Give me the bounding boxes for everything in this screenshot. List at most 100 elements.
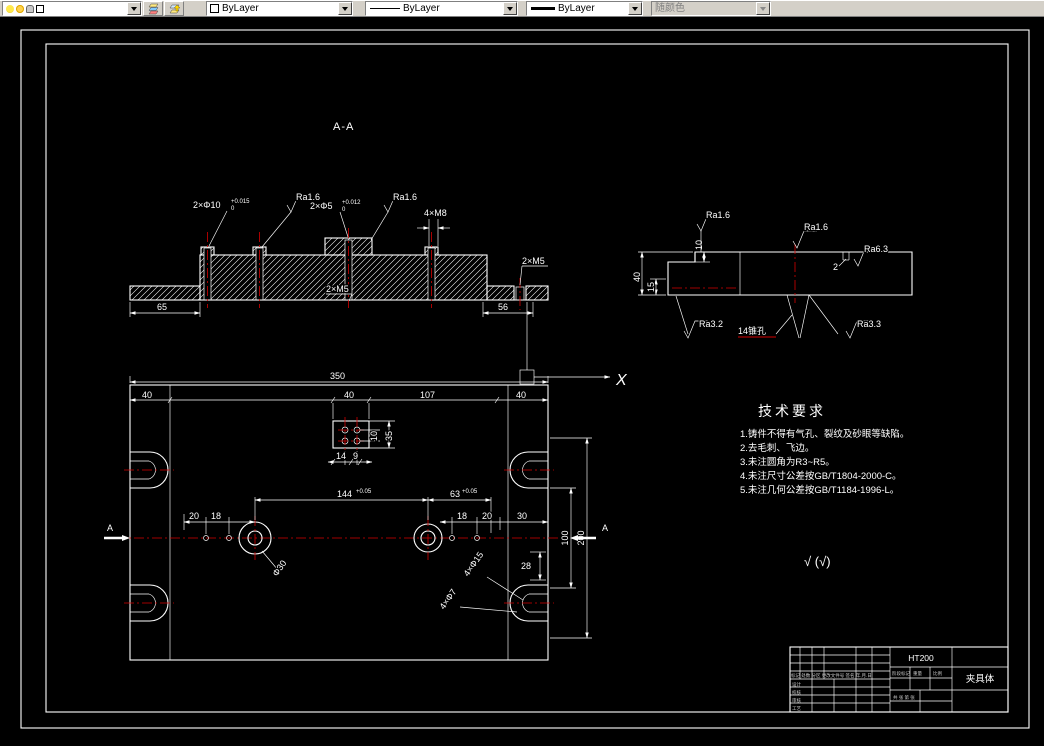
dim-63: 63 — [450, 489, 460, 499]
dim-350: 350 — [330, 371, 345, 381]
dim-144: 144 — [337, 489, 352, 499]
title-block: HT200 夹具体 标记 处数 分区 更改文件号 签名 年.月.日 设计 校核 … — [789, 646, 1009, 713]
dim-ra63: Ra6.3 — [864, 244, 888, 254]
surface-finish-note: √ (√) — [804, 554, 831, 569]
dim-2xm5-mid: 2×M5 — [326, 284, 349, 294]
axis-x-label: X — [615, 372, 628, 389]
plan-view: 350 40 40 107 40 14 9 10 35 144 +0.05 63… — [104, 370, 609, 661]
dim-4x7: 4×Φ7 — [437, 587, 458, 611]
dim-2x10: 2×Φ10 — [193, 200, 220, 210]
layer-lock-icon — [26, 4, 34, 13]
lineweight-value: ByLayer — [558, 3, 595, 14]
technical-requirements: 技术要求 1.铸件不得有气孔、裂纹及砂眼等缺陷。 2.去毛刺、飞边。 3.未注圆… — [740, 403, 909, 569]
tech-req-item: 1.铸件不得有气孔、裂纹及砂眼等缺陷。 — [740, 428, 909, 440]
object-properties-toolbar: ByLayer ByLayer ByLayer 随颜色 — [0, 0, 1044, 17]
chevron-down-icon[interactable] — [127, 2, 141, 15]
layer-current-icon — [169, 4, 180, 13]
section-marker-right: A — [602, 523, 608, 533]
dim-35: 35 — [384, 431, 394, 441]
row-label: 审核 — [792, 697, 801, 704]
chevron-down-icon[interactable] — [503, 2, 517, 15]
row-label: 校核 — [792, 689, 801, 696]
layer-color-icon — [36, 4, 44, 13]
scale-label: 比例 — [933, 670, 942, 677]
tech-req-title: 技术要求 — [758, 403, 826, 419]
side-view: 40 15 10 2 Ra1.6 Ra1.6 Ra6.3 Ra3.2 Ra3.3… — [631, 209, 913, 339]
dim-40-right: 40 — [516, 390, 526, 400]
layer-properties-button[interactable] — [143, 1, 163, 16]
dim-15: 15 — [646, 282, 656, 292]
layers-icon — [148, 3, 158, 14]
revision-header: 标记 处数 分区 更改文件号 签名 年.月.日 — [791, 672, 872, 679]
dim-18-left: 18 — [211, 511, 221, 521]
dim-10-side: 10 — [694, 240, 704, 250]
dim-2xm5-right: 2×M5 — [522, 256, 545, 266]
lineweight-sample-icon — [531, 7, 555, 10]
material-label: HT200 — [908, 653, 934, 663]
sheet-frame — [20, 29, 1030, 729]
color-value: ByLayer — [222, 3, 259, 14]
dim-ra16-b: Ra1.6 — [804, 222, 828, 232]
dim-ra33: Ra3.3 — [857, 319, 881, 329]
section-marker-left: A — [107, 523, 113, 533]
dim-100: 100 — [560, 530, 570, 545]
dim-40-side: 40 — [632, 272, 642, 282]
linetype-value: ByLayer — [403, 3, 440, 14]
tech-req-item: 2.去毛刺、飞边。 — [740, 442, 814, 454]
dim-14: 14 — [336, 451, 346, 461]
tech-req-item: 3.未注圆角为R3~R5。 — [740, 456, 835, 468]
chevron-down-icon[interactable] — [338, 2, 352, 15]
make-object-layer-current-button[interactable] — [164, 1, 184, 16]
dim-56: 56 — [498, 302, 508, 312]
dim-20-right: 20 — [482, 511, 492, 521]
drawing-canvas[interactable]: A-A 65 56 2×Φ10 +0.015 0 Ra1.6 2×Φ5 +0.0… — [0, 17, 1044, 746]
layer-state-icons — [3, 4, 44, 13]
dim-40-left: 40 — [142, 390, 152, 400]
dim-65: 65 — [157, 302, 167, 312]
ucs-axis-marker: X — [519, 369, 628, 389]
linetype-combo[interactable]: ByLayer — [365, 1, 518, 16]
dim-2: 2 — [833, 262, 838, 272]
dim-ra16-right: Ra1.6 — [393, 192, 417, 202]
dim-4xm8: 4×M8 — [424, 208, 447, 218]
section-view: A-A 65 56 2×Φ10 +0.015 0 Ra1.6 2×Φ5 +0.0… — [129, 121, 549, 370]
dim-20-left: 20 — [189, 511, 199, 521]
dim-2x10-tol-d: 0 — [231, 206, 235, 212]
dim-dia30: Φ30 — [270, 558, 288, 578]
dim-63-tol: +0.05 — [462, 489, 478, 495]
color-combo[interactable]: ByLayer — [206, 1, 353, 16]
color-swatch-icon — [210, 4, 219, 13]
surface-finish-icon — [792, 230, 817, 249]
dim-9: 9 — [353, 451, 358, 461]
lineweight-combo[interactable]: ByLayer — [526, 1, 643, 16]
dim-40-mid: 40 — [344, 390, 354, 400]
layer-on-icon — [6, 4, 14, 13]
dim-4x15: 4×Φ15 — [461, 550, 485, 578]
weight-label: 重量 — [913, 670, 922, 677]
plotstyle-value: 随颜色 — [655, 3, 685, 14]
tech-req-item: 5.未注几何公差按GB/T1184-1996-L。 — [740, 484, 899, 496]
chevron-down-icon[interactable] — [628, 2, 642, 15]
dim-107: 107 — [420, 390, 435, 400]
dim-30: 30 — [517, 511, 527, 521]
layer-thaw-icon — [16, 4, 24, 13]
dim-ra16-a: Ra1.6 — [706, 210, 730, 220]
dim-2x5-tol-d: 0 — [342, 207, 346, 213]
linetype-sample-icon — [370, 8, 400, 9]
section-label: A-A — [333, 121, 354, 133]
tech-req-item: 4.未注尺寸公差按GB/T1804-2000-C。 — [740, 470, 902, 482]
drawing-viewport[interactable]: A-A 65 56 2×Φ10 +0.015 0 Ra1.6 2×Φ5 +0.0… — [0, 17, 1044, 746]
dim-144-tol: +0.05 — [356, 489, 372, 495]
part-name-label: 夹具体 — [966, 673, 995, 685]
chevron-down-icon — [756, 2, 770, 15]
dim-2x5: 2×Φ5 — [310, 201, 332, 211]
plotstyle-combo: 随颜色 — [651, 1, 771, 16]
layer-combo[interactable] — [2, 1, 142, 16]
dim-2x5-tol-u: +0.012 — [342, 200, 361, 206]
row-label: 工艺 — [792, 706, 801, 711]
taper-hole-label: 14锥孔 — [738, 325, 766, 336]
dim-28: 28 — [521, 561, 531, 571]
dim-ra32: Ra3.2 — [699, 319, 723, 329]
sheets-label: 共 张 第 张 — [893, 694, 915, 701]
stage-label: 阶段标记 — [892, 670, 910, 677]
